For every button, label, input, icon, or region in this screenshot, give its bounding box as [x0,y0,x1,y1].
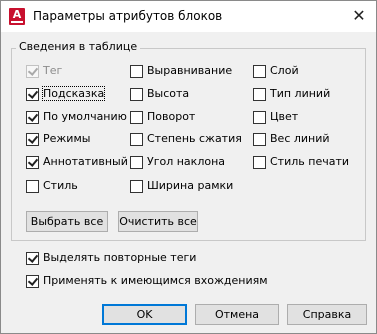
checkbox-width-factor-label[interactable]: Степень сжатия [147,132,242,145]
table-info-legend: Сведения в таблице [16,40,141,53]
checkbox-prompt-box[interactable] [26,88,39,101]
checkbox-plot-style-box[interactable] [253,156,266,169]
checkbox-layer-box[interactable] [253,65,266,78]
checkbox-modes-label[interactable]: Режимы [43,132,90,145]
select-all-button[interactable]: Выбрать все [26,211,108,232]
checkbox-width-factor-box[interactable] [130,133,143,146]
checkbox-prompt-label[interactable]: Подсказка [41,86,106,101]
cancel-button[interactable]: Отмена [195,304,279,325]
checkbox-style-label[interactable]: Стиль [43,179,78,192]
checkbox-rotation-label[interactable]: Поворот [147,110,195,123]
checkbox-apply-to-existing-label[interactable]: Применять к имеющимся вхождениям [43,274,268,287]
checkbox-height-box[interactable] [130,88,143,101]
checkbox-boundary-width-box[interactable] [130,180,143,193]
dialog-title: Параметры атрибутов блоков [33,9,223,23]
help-button[interactable]: Справка [287,304,367,325]
checkbox-lineweight-label[interactable]: Вес линий [270,132,330,145]
checkbox-default-label[interactable]: По умолчанию [43,110,127,123]
checkbox-annotative-label[interactable]: Аннотативный [43,155,128,168]
ok-button[interactable]: OK [102,304,187,325]
app-icon-letter: A [12,8,22,21]
checkbox-modes-box[interactable] [26,133,39,146]
checkbox-height-label[interactable]: Высота [147,87,189,100]
checkbox-oblique-angle-label[interactable]: Угол наклона [147,155,225,168]
checkbox-justification-box[interactable] [130,65,143,78]
checkbox-color-box[interactable] [253,111,266,124]
title-bar[interactable]: A Параметры атрибутов блоков ✕ [1,1,376,32]
checkbox-tag-label: Тег [43,64,63,77]
checkbox-linetype-box[interactable] [253,88,266,101]
checkbox-default-box[interactable] [26,111,39,124]
clear-all-button[interactable]: Очистить все [118,211,198,232]
checkbox-highlight-duplicate-tags-label[interactable]: Выделять повторные теги [43,251,196,264]
checkbox-layer-label[interactable]: Слой [270,64,299,77]
checkbox-oblique-angle-box[interactable] [130,156,143,169]
checkbox-style-box[interactable] [26,180,39,193]
checkbox-annotative-box[interactable] [26,156,39,169]
checkbox-tag-box [26,65,39,78]
close-icon[interactable]: ✕ [350,6,368,26]
checkbox-rotation-box[interactable] [130,111,143,124]
checkbox-color-label[interactable]: Цвет [270,110,298,123]
autocad-app-icon: A [9,8,25,25]
checkbox-lineweight-box[interactable] [253,133,266,146]
block-attribute-settings-dialog: A Параметры атрибутов блоков ✕ Сведения … [0,0,377,334]
checkbox-apply-to-existing-box[interactable] [26,275,39,288]
checkbox-boundary-width-label[interactable]: Ширина рамки [147,179,233,192]
checkbox-highlight-duplicate-tags-box[interactable] [26,252,39,265]
checkbox-linetype-label[interactable]: Тип линий [270,87,330,100]
checkbox-plot-style-label[interactable]: Стиль печати [270,155,349,168]
checkbox-justification-label[interactable]: Выравнивание [147,64,232,77]
